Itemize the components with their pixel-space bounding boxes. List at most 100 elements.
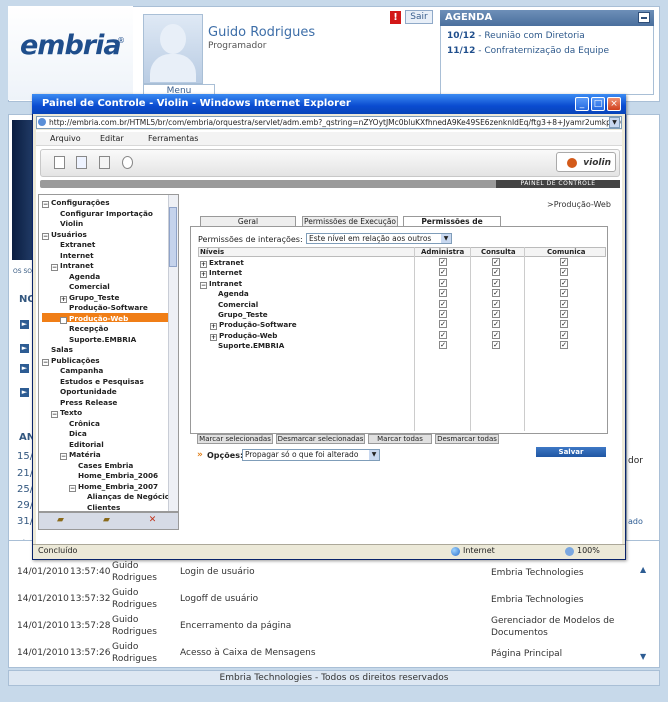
options-select[interactable]: Propagar só o que foi alterado — [242, 449, 380, 461]
tree-node[interactable]: Campanha — [51, 366, 103, 375]
export-icon[interactable] — [99, 156, 110, 169]
permission-checkbox[interactable]: ✓ — [492, 310, 500, 318]
chevron-down-icon[interactable]: ▼ — [369, 450, 379, 460]
tree-node[interactable]: Dica — [60, 429, 87, 438]
tree-node[interactable]: + Produção-Web — [60, 314, 128, 324]
tree-node[interactable]: + Grupo_Teste — [60, 293, 119, 303]
minimize-window-button[interactable]: _ — [575, 97, 589, 111]
grid-row-label[interactable]: + Produção-Software — [210, 320, 297, 331]
agenda-item[interactable]: 10/12 - Reunião com Diretoria — [447, 31, 585, 41]
permission-checkbox[interactable]: ✓ — [560, 268, 568, 277]
copy-icon[interactable] — [76, 156, 87, 169]
mark-selected-button[interactable]: Marcar selecionadas — [197, 434, 273, 444]
agenda-item[interactable]: 11/12 - Confraternização da Equipe — [447, 46, 609, 56]
delete-folder-icon[interactable]: ✕ — [144, 514, 161, 527]
tree-node[interactable]: Agenda — [60, 272, 100, 281]
permission-checkbox[interactable]: ✓ — [492, 330, 500, 339]
tree-node[interactable]: Editorial — [60, 440, 104, 449]
menu-editar[interactable]: Editar — [100, 134, 124, 143]
permission-checkbox[interactable]: ✓ — [492, 299, 500, 308]
expand-icon[interactable]: + — [60, 295, 67, 303]
grid-row-label[interactable]: Agenda — [210, 289, 249, 298]
tree-node[interactable]: Clientes — [78, 503, 120, 512]
new-document-icon[interactable] — [54, 156, 65, 169]
tree-scroll-thumb[interactable] — [169, 207, 177, 267]
expand-icon[interactable]: + — [210, 333, 217, 341]
grid-row-label[interactable]: + Produção-Web — [210, 331, 277, 341]
tree-node[interactable]: − Configurações — [42, 198, 110, 208]
mark-all-button[interactable]: Marcar todas — [368, 434, 432, 444]
scroll-down-icon[interactable]: ▼ — [640, 652, 646, 661]
tree-node[interactable]: Oportunidade — [51, 387, 117, 396]
tree-node[interactable]: Crônica — [60, 419, 100, 428]
permission-checkbox[interactable]: ✓ — [439, 299, 447, 308]
tree-node[interactable]: Internet — [51, 251, 94, 260]
permission-checkbox[interactable]: ✓ — [439, 258, 447, 266]
collapse-icon[interactable]: − — [51, 264, 58, 271]
permission-checkbox[interactable]: ✓ — [492, 320, 500, 329]
arrow-right-icon[interactable]: ► — [20, 344, 29, 353]
permissions-select[interactable]: Este nível em relação aos outros — [306, 233, 452, 244]
rename-folder-icon[interactable]: ▰ — [98, 514, 115, 527]
tree-node[interactable]: Estudos e Pesquisas — [51, 377, 144, 386]
expand-icon[interactable]: + — [60, 316, 67, 324]
tree-node[interactable]: Salas — [42, 345, 73, 354]
address-bar[interactable]: http://embria.com.br/HTML5/br/com/embria… — [36, 116, 622, 129]
tree-node[interactable]: − Texto — [51, 408, 82, 418]
new-folder-icon[interactable]: ▰ — [52, 514, 69, 527]
tag-icon[interactable] — [122, 156, 133, 169]
expand-icon[interactable]: + — [200, 261, 207, 268]
permission-checkbox[interactable]: ✓ — [439, 310, 447, 318]
permission-checkbox[interactable]: ✓ — [492, 268, 500, 277]
tree-node[interactable]: − Home_Embria_2007 — [69, 482, 158, 492]
collapse-icon[interactable]: − — [42, 201, 49, 208]
permission-checkbox[interactable]: ✓ — [560, 289, 568, 298]
permission-checkbox[interactable]: ✓ — [560, 258, 568, 266]
arrow-right-icon[interactable]: ► — [20, 388, 29, 397]
unmark-selected-button[interactable]: Desmarcar selecionadas — [276, 434, 365, 444]
tree-node[interactable]: Comercial — [60, 282, 110, 291]
tree-node[interactable]: Produção-Software — [60, 303, 148, 312]
tree-node[interactable]: Recepção — [60, 324, 108, 333]
permission-checkbox[interactable]: ✓ — [492, 341, 500, 350]
scroll-up-icon[interactable]: ▲ — [640, 565, 646, 574]
collapse-icon[interactable]: − — [200, 281, 207, 289]
permission-checkbox[interactable]: ✓ — [439, 278, 447, 287]
permission-checkbox[interactable]: ✓ — [560, 330, 568, 339]
tree-node[interactable]: − Matéria — [60, 450, 101, 460]
grid-row-label[interactable]: − Intranet — [200, 279, 242, 289]
address-dropdown-button[interactable]: ▼ — [609, 117, 620, 128]
arrow-right-icon[interactable]: ► — [20, 320, 29, 329]
maximize-window-button[interactable]: □ — [591, 97, 605, 111]
tree-node[interactable]: Configurar Importação — [51, 209, 153, 218]
tree-node[interactable]: − Usuários — [42, 230, 87, 240]
permission-checkbox[interactable]: ✓ — [492, 278, 500, 287]
alert-icon[interactable]: ! — [390, 11, 401, 24]
tree-node[interactable]: Alianças de Negócio — [78, 492, 170, 501]
permission-checkbox[interactable]: ✓ — [492, 258, 500, 266]
zoom-level[interactable]: 100% — [577, 546, 600, 555]
permission-checkbox[interactable]: ✓ — [560, 278, 568, 287]
menu-ferramentas[interactable]: Ferramentas — [148, 134, 198, 143]
permission-checkbox[interactable]: ✓ — [439, 320, 447, 329]
chevron-down-icon[interactable]: ▼ — [441, 234, 451, 243]
collapse-icon[interactable]: − — [69, 484, 76, 492]
tree-node[interactable]: Cases Embria — [69, 461, 133, 470]
collapse-icon[interactable]: − — [51, 411, 58, 418]
permission-checkbox[interactable]: ✓ — [439, 330, 447, 339]
tree-node[interactable]: − Intranet — [51, 261, 94, 271]
permission-checkbox[interactable]: ✓ — [439, 268, 447, 277]
logout-button[interactable]: Sair — [405, 10, 433, 24]
permission-checkbox[interactable]: ✓ — [439, 341, 447, 350]
menu-arquivo[interactable]: Arquivo — [50, 134, 81, 143]
close-window-button[interactable]: × — [607, 97, 621, 111]
expand-icon[interactable]: + — [200, 271, 207, 279]
permission-checkbox[interactable]: ✓ — [560, 299, 568, 308]
zoom-icon[interactable] — [565, 547, 574, 556]
tree-node[interactable]: Suporte.EMBRIA — [60, 335, 136, 344]
permission-checkbox[interactable]: ✓ — [439, 289, 447, 298]
permission-checkbox[interactable]: ✓ — [560, 341, 568, 350]
tree-node[interactable]: Violin — [51, 219, 83, 228]
minimize-icon[interactable] — [638, 12, 650, 23]
grid-row-label[interactable]: + Internet — [200, 268, 242, 279]
